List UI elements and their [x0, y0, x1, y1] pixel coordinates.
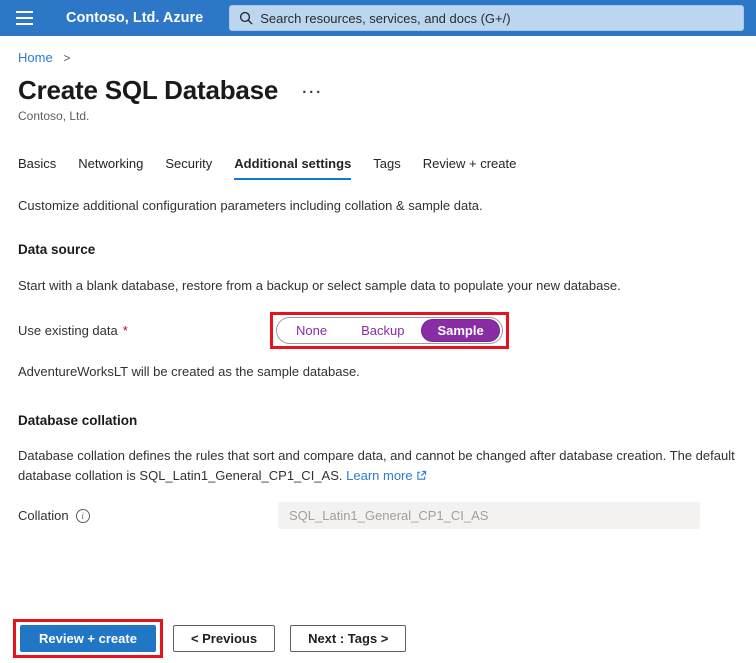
footer-actions: Review + create < Previous Next : Tags >	[13, 619, 406, 658]
data-source-description: Start with a blank database, restore fro…	[18, 276, 738, 296]
red-annotation-toggle: None Backup Sample	[270, 312, 509, 349]
title-row: Create SQL Database ···	[18, 75, 738, 105]
tab-tags[interactable]: Tags	[373, 156, 400, 180]
collation-description: Database collation defines the rules tha…	[18, 446, 738, 486]
app-title: Contoso, Ltd. Azure	[66, 10, 203, 26]
tab-review-create[interactable]: Review + create	[423, 156, 517, 180]
collation-label: Collation	[18, 508, 270, 523]
intro-text: Customize additional configuration param…	[18, 196, 738, 216]
tab-networking[interactable]: Networking	[78, 156, 143, 180]
breadcrumb: Home >	[18, 50, 738, 65]
learn-more-link[interactable]: Learn more	[346, 468, 412, 483]
tab-additional-settings[interactable]: Additional settings	[234, 156, 351, 180]
toggle-option-sample[interactable]: Sample	[421, 319, 499, 342]
info-icon	[76, 509, 90, 523]
search-icon	[239, 11, 253, 25]
collation-heading: Database collation	[18, 413, 738, 428]
hamburger-menu-button[interactable]	[0, 0, 48, 36]
top-bar: Contoso, Ltd. Azure	[0, 0, 756, 36]
external-link-icon	[416, 470, 427, 481]
sample-database-note: AdventureWorksLT will be created as the …	[18, 362, 738, 382]
breadcrumb-home-link[interactable]: Home	[18, 50, 53, 65]
tab-bar: Basics Networking Security Additional se…	[18, 156, 738, 180]
main-content: Home > Create SQL Database ··· Contoso, …	[0, 36, 756, 529]
use-existing-data-row: Use existing data * None Backup Sample	[18, 312, 738, 349]
required-asterisk: *	[123, 323, 128, 338]
toggle-option-none[interactable]: None	[279, 318, 344, 343]
red-annotation-review-create: Review + create	[13, 619, 163, 658]
page-title: Create SQL Database	[18, 75, 278, 105]
next-tags-button[interactable]: Next : Tags >	[290, 625, 406, 652]
tab-basics[interactable]: Basics	[18, 156, 56, 180]
tab-security[interactable]: Security	[165, 156, 212, 180]
more-options-icon[interactable]: ···	[302, 88, 323, 98]
data-source-heading: Data source	[18, 242, 738, 257]
page-subtitle: Contoso, Ltd.	[18, 109, 738, 123]
search-input[interactable]	[260, 6, 734, 30]
chevron-right-icon: >	[63, 51, 70, 65]
search-box[interactable]	[229, 5, 744, 31]
collation-row: Collation	[18, 502, 738, 529]
use-existing-data-toggle: None Backup Sample	[276, 317, 503, 344]
hamburger-icon	[16, 11, 33, 13]
review-create-button[interactable]: Review + create	[20, 625, 156, 652]
collation-input	[278, 502, 700, 529]
use-existing-data-label: Use existing data *	[18, 323, 270, 338]
previous-button[interactable]: < Previous	[173, 625, 275, 652]
toggle-option-backup[interactable]: Backup	[344, 318, 421, 343]
